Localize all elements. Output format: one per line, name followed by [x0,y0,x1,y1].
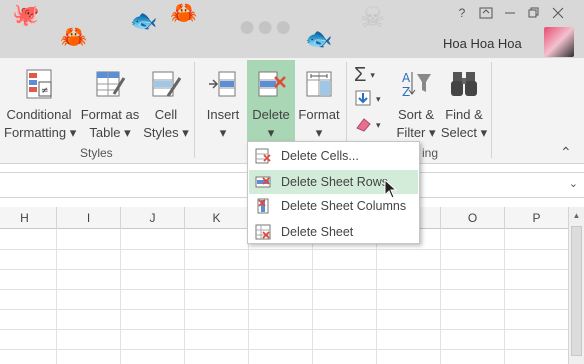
delete-label: Delete [252,107,290,122]
grid-line [0,289,570,290]
insert-cells-icon [207,68,239,100]
grid-line [0,269,570,270]
delete-sheet-icon [249,220,277,244]
format-dropdown-arrow: ▾ [315,125,323,140]
title-bar: 🐙 🦀 🐟 🦀 ●●● 🐟 ☠ ? Hoa Hoa Hoa [0,0,584,58]
sort-filter-label-1: Sort & [397,107,435,122]
eraser-icon [354,115,372,136]
delete-cells-icon [249,144,277,168]
worksheet-grid[interactable] [0,229,570,364]
fish-decoration-icon: 🐟 [130,8,158,33]
format-button[interactable]: Format ▾ [296,68,342,142]
styles-group-label: Styles [80,146,113,160]
column-header[interactable]: H [0,207,57,229]
menu-item-label: Delete Cells... [281,149,359,163]
svg-text:≠: ≠ [41,86,49,96]
delete-rows-icon [249,170,277,194]
sort-filter-icon: AZ [400,68,432,100]
expand-formula-bar-icon[interactable]: ⌄ [569,177,578,190]
column-header[interactable]: P [505,207,569,229]
grid-line [0,249,570,250]
format-as-table-label-2: Table ▾ [89,125,131,140]
avatar[interactable] [544,27,574,57]
delete-dropdown-arrow: ▾ [267,125,275,140]
sigma-icon: Σ [354,63,367,86]
scrollbar-thumb[interactable] [571,226,582,356]
svg-text:Z: Z [402,85,410,99]
conditional-formatting-label-1: Conditional [6,107,72,122]
vertical-scrollbar[interactable]: ▲ [568,207,584,364]
menu-item-label: Delete Sheet Rows [281,175,389,189]
sort-filter-button[interactable]: AZ Sort & Filter ▾ [392,68,440,142]
find-select-label-2: Select ▾ [440,125,488,140]
clear-button[interactable]: ▾ [354,114,388,136]
delete-columns-icon [249,194,277,218]
menu-item-delete-cells[interactable]: Delete Cells... [249,144,418,168]
fill-button[interactable]: ▾ [354,88,388,110]
insert-label: Insert [206,107,240,122]
conditional-formatting-button[interactable]: ≠ Conditional Formatting ▾ [4,68,77,142]
insert-dropdown-arrow: ▾ [219,125,227,140]
autosum-button[interactable]: Σ ▾ [354,64,388,86]
format-as-table-button[interactable]: Format as Table ▾ [78,68,142,142]
menu-item-label: Delete Sheet [281,225,354,239]
crab-decoration-icon: 🦀 [60,24,88,49]
fish-decoration-icon: 🐟 [305,26,333,51]
editing-group-label: ing [422,146,439,160]
scroll-up-icon[interactable]: ▲ [569,211,584,220]
close-icon[interactable] [546,5,570,21]
group-separator [491,62,492,158]
format-cells-icon [303,68,335,100]
find-select-button[interactable]: Find & Select ▾ [440,68,488,142]
format-as-table-icon [94,68,126,100]
mouse-cursor-icon [384,178,398,202]
cell-styles-label-1: Cell [154,107,178,122]
format-label: Format [298,107,340,122]
binoculars-icon [448,68,480,100]
collapse-ribbon-icon[interactable]: ⌃ [560,144,572,161]
sort-filter-label-2: Filter ▾ [396,125,436,140]
find-select-label-1: Find & [445,107,483,122]
skull-decoration-icon: ☠ [360,2,386,33]
ribbon-display-options-icon[interactable] [474,5,498,21]
conditional-formatting-icon: ≠ [23,68,55,100]
format-as-table-label-1: Format as [80,107,140,122]
column-header[interactable]: J [121,207,185,229]
grid-line [0,329,570,330]
cell-styles-button[interactable]: Cell Styles ▾ [143,68,189,142]
minimize-icon[interactable] [498,5,522,21]
column-header[interactable]: I [57,207,121,229]
cell-styles-label-2: Styles ▾ [143,125,189,140]
crab-decoration-icon: 🦀 [170,0,198,25]
delete-button[interactable]: Delete ▾ [247,60,295,142]
window-controls: ? [450,5,570,21]
help-icon[interactable]: ? [450,5,474,21]
menu-item-delete-sheet[interactable]: Delete Sheet [249,220,418,244]
group-separator [194,62,195,158]
column-header[interactable]: O [441,207,505,229]
cell-styles-icon [150,68,182,100]
octopus-decoration-icon: 🐙 [12,2,40,27]
fill-down-icon [354,89,372,110]
grid-line [0,309,570,310]
user-name[interactable]: Hoa Hoa Hoa [443,36,522,51]
conditional-formatting-label-2: Formatting ▾ [4,125,77,140]
submarine-decoration-icon: ●●● [238,10,293,43]
grid-line [0,349,570,350]
column-header[interactable]: K [185,207,249,229]
insert-button[interactable]: Insert ▾ [200,68,246,142]
delete-cells-icon [255,68,287,100]
restore-icon[interactable] [522,5,546,21]
svg-text:A: A [402,71,411,85]
